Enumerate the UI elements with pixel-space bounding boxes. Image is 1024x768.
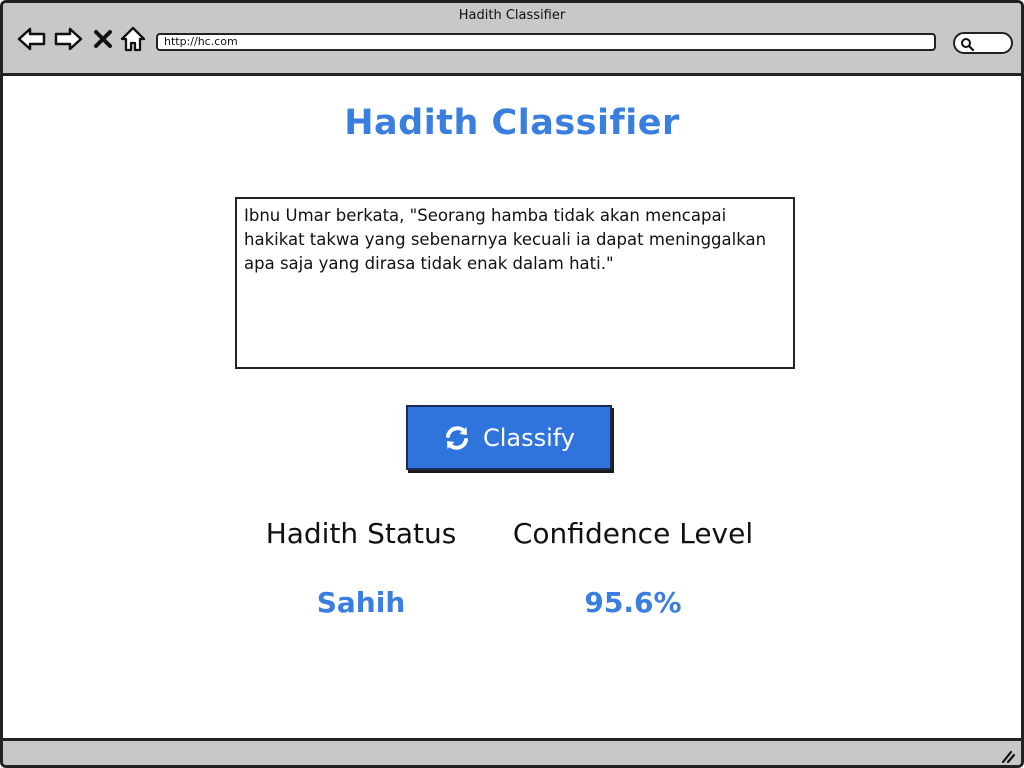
forward-button[interactable] — [53, 25, 83, 53]
browser-search-field[interactable] — [953, 32, 1013, 54]
arrow-right-icon — [54, 27, 83, 51]
hadith-text-input[interactable]: Ibnu Umar berkata, "Seorang hamba tidak … — [235, 197, 795, 369]
arrow-left-icon — [17, 27, 46, 51]
search-icon — [961, 38, 974, 51]
confidence-value: 95.6% — [584, 586, 682, 619]
home-button[interactable] — [118, 25, 148, 53]
classify-button[interactable]: Classify — [406, 405, 612, 470]
refresh-icon — [445, 425, 468, 450]
browser-toolbar: Hadith Classifier http://hc.com — [3, 3, 1021, 76]
browser-window: Hadith Classifier http://hc.com Hadith C… — [0, 0, 1024, 768]
confidence-label: Confidence Level — [512, 517, 754, 550]
back-button[interactable] — [17, 25, 47, 53]
stop-button[interactable] — [91, 25, 115, 53]
status-column: Hadith Status Sahih — [241, 517, 481, 619]
address-bar[interactable]: http://hc.com — [156, 33, 936, 51]
status-value: Sahih — [316, 586, 406, 619]
classify-button-label: Classify — [482, 423, 576, 452]
status-bar — [3, 738, 1021, 765]
window-title: Hadith Classifier — [458, 8, 566, 23]
close-icon — [94, 30, 112, 48]
home-icon — [120, 26, 146, 52]
resize-grip-icon[interactable] — [999, 747, 1015, 763]
page-title: Hadith Classifier — [344, 103, 680, 143]
confidence-column: Confidence Level 95.6% — [495, 517, 771, 619]
status-label: Hadith Status — [265, 517, 457, 550]
